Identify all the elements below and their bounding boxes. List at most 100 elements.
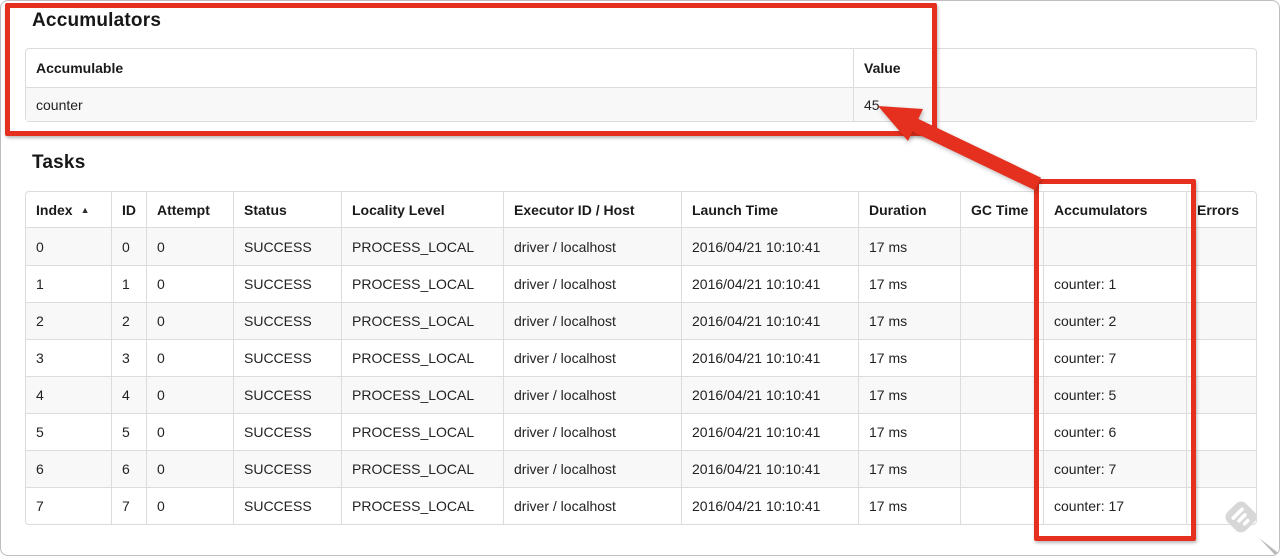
table-cell: 0	[26, 228, 111, 265]
table-cell: counter: 17	[1043, 487, 1186, 524]
table-cell: 6	[111, 450, 146, 487]
table-cell: counter	[26, 88, 853, 121]
table-cell: 0	[146, 302, 233, 339]
table-cell: SUCCESS	[233, 228, 341, 265]
table-cell: 17 ms	[858, 302, 960, 339]
tasks-table: Index ▲ ID Attempt Status Locality Level Execu…	[25, 191, 1257, 525]
table-cell: 4	[26, 376, 111, 413]
table-cell: 17 ms	[858, 265, 960, 302]
table-row: 5 5 0 SUCCESS PROCESS_LOCAL driver / localhos…	[26, 413, 1256, 450]
table-cell: 2016/04/21 10:10:41	[681, 487, 858, 524]
column-header-locality-level[interactable]: Locality Level	[341, 192, 503, 228]
table-cell: PROCESS_LOCAL	[341, 339, 503, 376]
table-cell	[1186, 302, 1256, 339]
table-cell	[960, 265, 1043, 302]
column-header-accumulable[interactable]: Accumulable	[26, 49, 853, 88]
table-cell: driver / localhost	[503, 413, 681, 450]
table-cell: counter: 7	[1043, 339, 1186, 376]
tasks-heading: Tasks	[32, 152, 86, 173]
column-header-executor-id-host[interactable]: Executor ID / Host	[503, 192, 681, 228]
column-header-index[interactable]: Index ▲	[26, 192, 111, 228]
accumulators-table: Accumulable Value counter 45	[25, 48, 1257, 122]
table-cell: 2016/04/21 10:10:41	[681, 376, 858, 413]
table-cell	[1186, 228, 1256, 265]
table-cell: PROCESS_LOCAL	[341, 413, 503, 450]
table-cell: 4	[111, 376, 146, 413]
table-cell: 2016/04/21 10:10:41	[681, 450, 858, 487]
table-cell: SUCCESS	[233, 265, 341, 302]
table-cell: SUCCESS	[233, 487, 341, 524]
column-header-accumulators[interactable]: Accumulators	[1043, 192, 1186, 228]
accumulators-heading: Accumulators	[32, 10, 162, 31]
table-cell: SUCCESS	[233, 450, 341, 487]
column-header-errors[interactable]: Errors	[1186, 192, 1256, 228]
table-cell: 2016/04/21 10:10:41	[681, 265, 858, 302]
table-cell: driver / localhost	[503, 450, 681, 487]
column-header-attempt[interactable]: Attempt	[146, 192, 233, 228]
table-cell: 0	[146, 413, 233, 450]
table-cell: 2	[26, 302, 111, 339]
table-cell: 2016/04/21 10:10:41	[681, 228, 858, 265]
column-header-status[interactable]: Status	[233, 192, 341, 228]
spark-ui-window: Accumulators Accumulable Value counter 45 T…	[0, 0, 1280, 556]
table-cell: PROCESS_LOCAL	[341, 376, 503, 413]
table-cell	[960, 302, 1043, 339]
table-cell: counter: 1	[1043, 265, 1186, 302]
table-cell: 0	[146, 450, 233, 487]
table-cell: 1	[26, 265, 111, 302]
table-cell: 3	[26, 339, 111, 376]
column-header-id[interactable]: ID	[111, 192, 146, 228]
table-cell: driver / localhost	[503, 339, 681, 376]
table-cell: 0	[146, 228, 233, 265]
table-row: 7 7 0 SUCCESS PROCESS_LOCAL driver / localhos…	[26, 487, 1256, 524]
table-cell: driver / localhost	[503, 302, 681, 339]
table-cell: 5	[111, 413, 146, 450]
column-header-duration[interactable]: Duration	[858, 192, 960, 228]
table-cell	[1186, 450, 1256, 487]
table-cell	[1186, 376, 1256, 413]
table-cell	[960, 339, 1043, 376]
table-cell	[960, 487, 1043, 524]
table-cell: 2	[111, 302, 146, 339]
table-cell: 6	[26, 450, 111, 487]
pointer-fragment-icon	[1259, 538, 1279, 555]
table-cell: counter: 6	[1043, 413, 1186, 450]
table-row: counter 45	[26, 88, 1256, 121]
table-cell: PROCESS_LOCAL	[341, 302, 503, 339]
column-header-value[interactable]: Value	[853, 49, 1256, 88]
table-row: 3 3 0 SUCCESS PROCESS_LOCAL driver / localhos…	[26, 339, 1256, 376]
table-cell: SUCCESS	[233, 339, 341, 376]
table-cell: 17 ms	[858, 339, 960, 376]
table-cell: counter: 7	[1043, 450, 1186, 487]
table-cell: 7	[111, 487, 146, 524]
table-cell: 17 ms	[858, 413, 960, 450]
table-cell: PROCESS_LOCAL	[341, 228, 503, 265]
table-cell: driver / localhost	[503, 487, 681, 524]
table-cell	[960, 228, 1043, 265]
table-row: 1 1 0 SUCCESS PROCESS_LOCAL driver / localhos…	[26, 265, 1256, 302]
table-cell: 0	[146, 376, 233, 413]
column-header-gc-time[interactable]: GC Time	[960, 192, 1043, 228]
table-cell	[1186, 413, 1256, 450]
table-cell: PROCESS_LOCAL	[341, 450, 503, 487]
table-row: 2 2 0 SUCCESS PROCESS_LOCAL driver / localhos…	[26, 302, 1256, 339]
feedly-watermark-icon	[1225, 501, 1257, 533]
table-cell: 2016/04/21 10:10:41	[681, 413, 858, 450]
table-cell: PROCESS_LOCAL	[341, 487, 503, 524]
table-cell	[1043, 228, 1186, 265]
table-cell: 0	[146, 487, 233, 524]
table-cell: driver / localhost	[503, 228, 681, 265]
table-row: 0 0 0 SUCCESS PROCESS_LOCAL driver / localhos…	[26, 228, 1256, 265]
table-cell: 17 ms	[858, 376, 960, 413]
table-cell	[960, 376, 1043, 413]
table-cell: counter: 2	[1043, 302, 1186, 339]
table-cell: driver / localhost	[503, 376, 681, 413]
table-cell: 5	[26, 413, 111, 450]
table-cell: 2016/04/21 10:10:41	[681, 302, 858, 339]
table-cell: driver / localhost	[503, 265, 681, 302]
table-cell	[1186, 265, 1256, 302]
column-header-launch-time[interactable]: Launch Time	[681, 192, 858, 228]
table-cell: 0	[146, 339, 233, 376]
table-cell: 17 ms	[858, 450, 960, 487]
table-cell: SUCCESS	[233, 302, 341, 339]
